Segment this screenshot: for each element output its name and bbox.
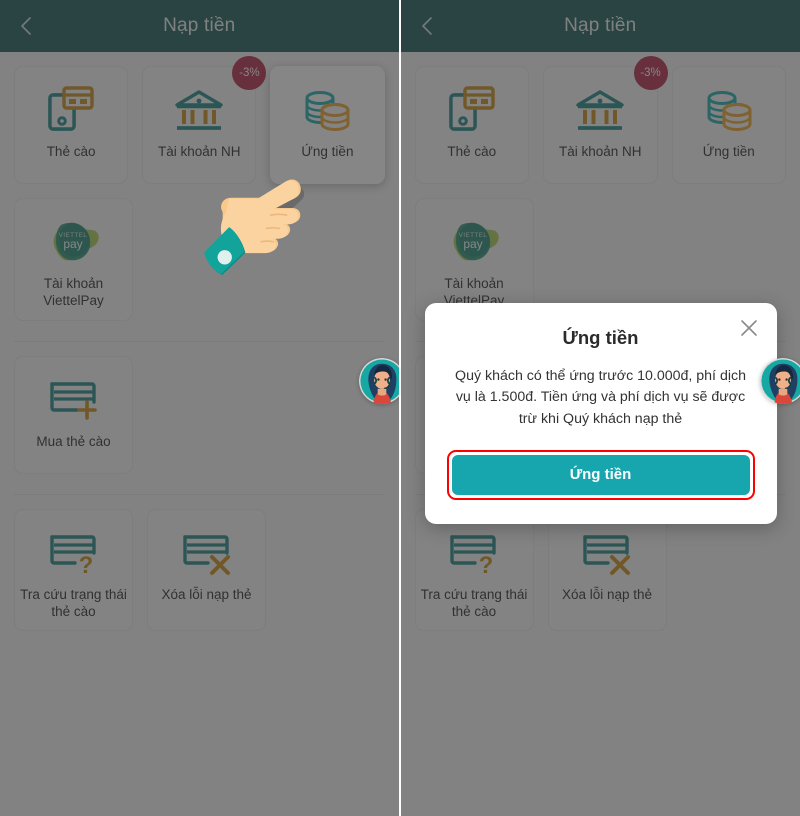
- option-label: Ứng tiền: [702, 144, 755, 159]
- option-label: Tra cứu trạng thái thẻ cào: [20, 586, 127, 619]
- support-agent-avatar-icon: [760, 358, 800, 404]
- option-card-xoa-loi-nap-the[interactable]: Xóa lỗi nạp thẻ: [147, 508, 266, 632]
- card-question-icon: [447, 524, 501, 580]
- close-button[interactable]: [738, 319, 760, 341]
- coins-icon: [301, 81, 353, 137]
- page-title: Nạp tiền: [564, 15, 637, 36]
- back-button[interactable]: [415, 13, 441, 39]
- back-button[interactable]: [14, 13, 40, 39]
- option-label: Mua thẻ cào: [36, 433, 111, 449]
- topup-row-utilities: Tra cứu trạng thái thẻ cào Xóa lỗi nạp t…: [14, 495, 385, 632]
- option-label: Tài khoản NH: [558, 144, 642, 159]
- coins-icon: [703, 81, 755, 137]
- close-icon: [740, 319, 758, 342]
- topup-row-primary: Thẻ cào -3% Tài khoản NH Ứng tiền: [414, 52, 786, 184]
- option-label: Thẻ cào: [46, 144, 96, 159]
- option-label: Thẻ cào: [447, 144, 497, 159]
- discount-badge: -3%: [633, 56, 668, 90]
- chevron-left-icon: [16, 15, 38, 37]
- card-plus-icon: [47, 371, 101, 427]
- left-phone-panel: Nạp tiền Thẻ cào -3% Tài khoản NH Ứng ti…: [0, 0, 399, 816]
- confirm-ung-tien-button[interactable]: Ứng tiền: [451, 454, 750, 495]
- bank-icon: [172, 81, 226, 137]
- app-header: Nạp tiền: [0, 0, 399, 52]
- right-phone-panel: Nạp tiền Thẻ cào -3% Tài khoản NH Ứng ti…: [400, 0, 800, 816]
- page-title: Nạp tiền: [163, 15, 236, 36]
- topup-row-primary: Thẻ cào -3% Tài khoản NH Ứng tiền: [14, 52, 385, 184]
- card-error-icon: [180, 524, 234, 580]
- topup-row-viettelpay: Tài khoản ViettelPay: [414, 184, 787, 321]
- scratch-card-icon: [44, 81, 98, 137]
- topup-options-list: Thẻ cào -3% Tài khoản NH Ứng tiền Tài kh…: [0, 52, 399, 816]
- ung-tien-dialog: Ứng tiền Quý khách có thể ứng trước 10.0…: [424, 303, 777, 524]
- pointing-hand-cursor-icon: [196, 168, 314, 286]
- option-card-mua-the-cao[interactable]: Mua thẻ cào: [14, 355, 133, 474]
- option-card-xoa-loi-nap-the[interactable]: Xóa lỗi nạp thẻ: [547, 508, 667, 632]
- option-label: Ứng tiền: [301, 144, 354, 159]
- discount-badge: -3%: [232, 56, 267, 90]
- option-card-tra-cuu-trang-thai[interactable]: Tra cứu trạng thái thẻ cào: [14, 508, 133, 632]
- option-card-ung-tien[interactable]: Ứng tiền: [671, 66, 786, 184]
- card-question-icon: [47, 524, 101, 580]
- dialog-message: Quý khách có thể ứng trước 10.000đ, phí …: [455, 368, 746, 427]
- card-error-icon: [580, 524, 634, 580]
- option-card-tai-khoan-nh[interactable]: -3% Tài khoản NH: [543, 56, 668, 184]
- option-card-the-cao[interactable]: Thẻ cào: [414, 66, 529, 184]
- option-label: Xóa lỗi nạp thẻ: [561, 586, 653, 602]
- dialog-title: Ứng tiền: [562, 327, 639, 348]
- option-card-tai-khoan-nh[interactable]: -3% Tài khoản NH: [142, 56, 267, 184]
- option-label: Tài khoản NH: [157, 144, 241, 159]
- bank-icon: [573, 81, 627, 137]
- option-label: Tra cứu trạng thái thẻ cào: [420, 586, 528, 619]
- support-avatar[interactable]: [760, 358, 800, 404]
- option-label: Xóa lỗi nạp thẻ: [161, 586, 252, 602]
- topup-row-buy-card: Mua thẻ cào: [14, 342, 385, 474]
- app-header: Nạp tiền: [400, 0, 800, 52]
- option-label: Tài khoản ViettelPay: [43, 276, 104, 309]
- option-card-ung-tien[interactable]: Ứng tiền: [270, 66, 385, 184]
- chevron-left-icon: [417, 15, 439, 37]
- option-card-tai-khoan-viettelpay[interactable]: Tài khoản ViettelPay: [14, 198, 133, 321]
- confirm-button-highlight: Ứng tiền: [446, 449, 755, 500]
- option-card-tra-cuu-trang-thai[interactable]: Tra cứu trạng thái thẻ cào: [414, 508, 534, 632]
- viettelpay-logo-icon: [47, 213, 101, 269]
- scratch-card-icon: [445, 81, 499, 137]
- viettelpay-logo-icon: [447, 213, 501, 269]
- screenshot-root: Nạp tiền Thẻ cào -3% Tài khoản NH Ứng ti…: [0, 0, 800, 816]
- option-card-the-cao[interactable]: Thẻ cào: [14, 66, 129, 184]
